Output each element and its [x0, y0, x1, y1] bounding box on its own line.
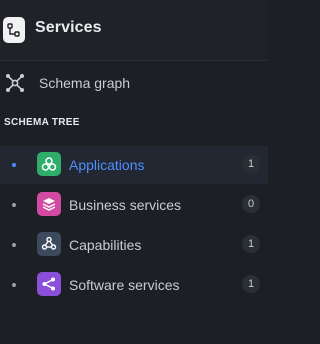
bullet-icon	[12, 163, 16, 167]
panel-header: Services	[0, 0, 268, 61]
tree-item-applications[interactable]: Applications 1	[0, 146, 268, 184]
schema-tree-heading: SCHEMA TREE	[4, 117, 80, 128]
count-badge: 1	[242, 235, 260, 253]
count-badge: 0	[242, 195, 260, 213]
graph-icon	[6, 74, 24, 92]
bullet-icon	[12, 243, 16, 247]
tree-item-label: Business services	[69, 197, 182, 213]
business-services-icon	[37, 192, 61, 216]
page-title: Services	[35, 19, 102, 36]
hierarchy-icon	[3, 17, 25, 43]
tree-item-label: Capabilities	[69, 237, 142, 253]
count-badge: 1	[242, 155, 260, 173]
bullet-icon	[12, 283, 16, 287]
count-badge: 1	[242, 275, 260, 293]
services-panel: Services Schema graph SCHEMA TREE Applic…	[0, 0, 268, 344]
tree-item-software-services[interactable]: Software services 1	[0, 266, 268, 304]
tree-item-label: Applications	[69, 157, 145, 173]
tree-item-label: Software services	[69, 277, 180, 293]
software-services-icon	[37, 272, 61, 296]
schema-graph-link[interactable]: Schema graph	[0, 62, 268, 106]
tree-item-capabilities[interactable]: Capabilities 1	[0, 226, 268, 264]
schema-graph-label: Schema graph	[39, 75, 131, 91]
capabilities-icon	[37, 232, 61, 256]
bullet-icon	[12, 203, 16, 207]
tree-item-business-services[interactable]: Business services 0	[0, 186, 268, 224]
applications-icon	[37, 152, 61, 176]
